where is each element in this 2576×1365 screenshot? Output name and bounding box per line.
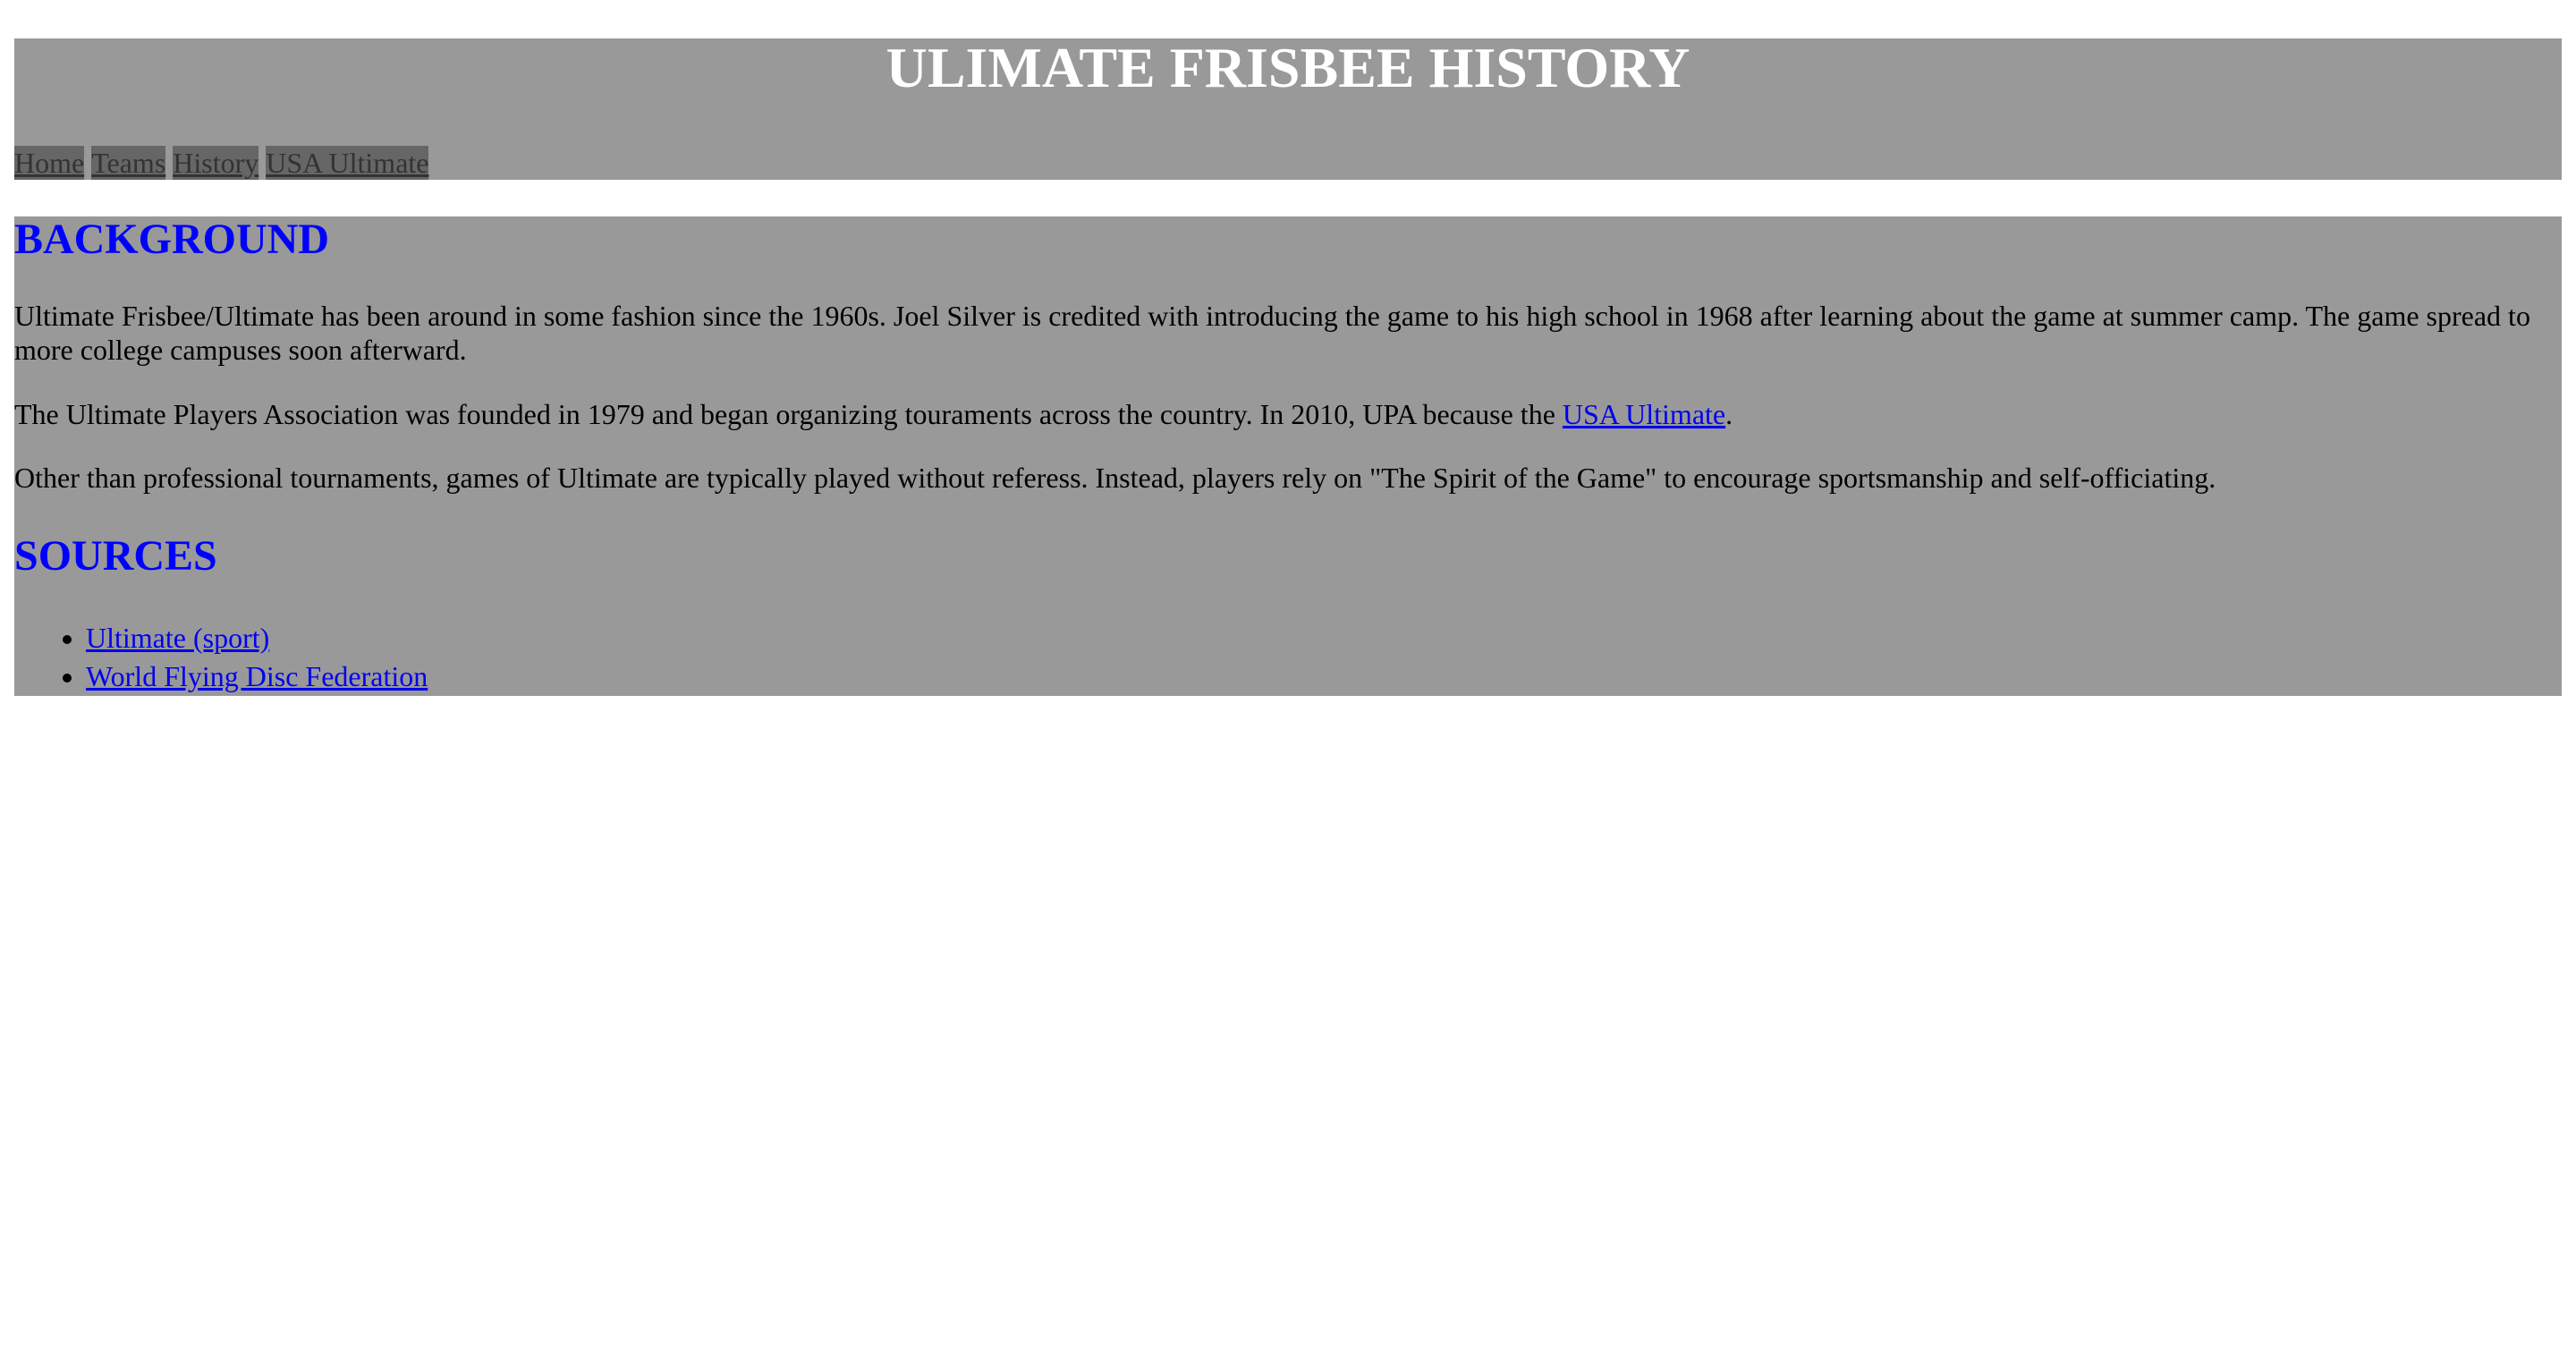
- background-heading: BACKGROUND: [14, 216, 330, 263]
- site-title: ULIMATE FRISBEE HISTORY: [886, 36, 1690, 99]
- background-paragraph-2: The Ultimate Players Association was fou…: [14, 397, 2562, 431]
- site-header: ULIMATE FRISBEE HISTORY Home Teams Histo…: [14, 38, 2562, 180]
- background-paragraph-3: Other than professional tournaments, gam…: [14, 462, 2216, 494]
- main-nav: Home Teams History USA Ultimate: [14, 146, 429, 180]
- background-paragraph-1: Ultimate Frisbee/Ultimate has been aroun…: [14, 300, 2530, 366]
- paragraph-2-end: .: [1725, 398, 1733, 430]
- list-item: Ultimate (sport): [86, 619, 428, 657]
- nav-link-usa-ultimate[interactable]: USA Ultimate: [266, 146, 429, 180]
- paragraph-2-text: The Ultimate Players Association was fou…: [14, 398, 1563, 430]
- main-content: BACKGROUND Ultimate Frisbee/Ultimate has…: [14, 216, 2562, 696]
- page: ULIMATE FRISBEE HISTORY Home Teams Histo…: [0, 0, 2576, 1365]
- source-link-ultimate-sport[interactable]: Ultimate (sport): [86, 622, 269, 654]
- nav-link-home[interactable]: Home: [14, 146, 85, 180]
- usa-ultimate-link[interactable]: USA Ultimate: [1563, 398, 1725, 430]
- nav-link-teams[interactable]: Teams: [91, 146, 166, 180]
- sources-heading: SOURCES: [14, 532, 217, 580]
- sources-list: Ultimate (sport) World Flying Disc Feder…: [14, 619, 428, 696]
- list-item: World Flying Disc Federation: [86, 657, 428, 696]
- source-link-wfdf[interactable]: World Flying Disc Federation: [86, 660, 428, 692]
- nav-link-history[interactable]: History: [173, 146, 259, 180]
